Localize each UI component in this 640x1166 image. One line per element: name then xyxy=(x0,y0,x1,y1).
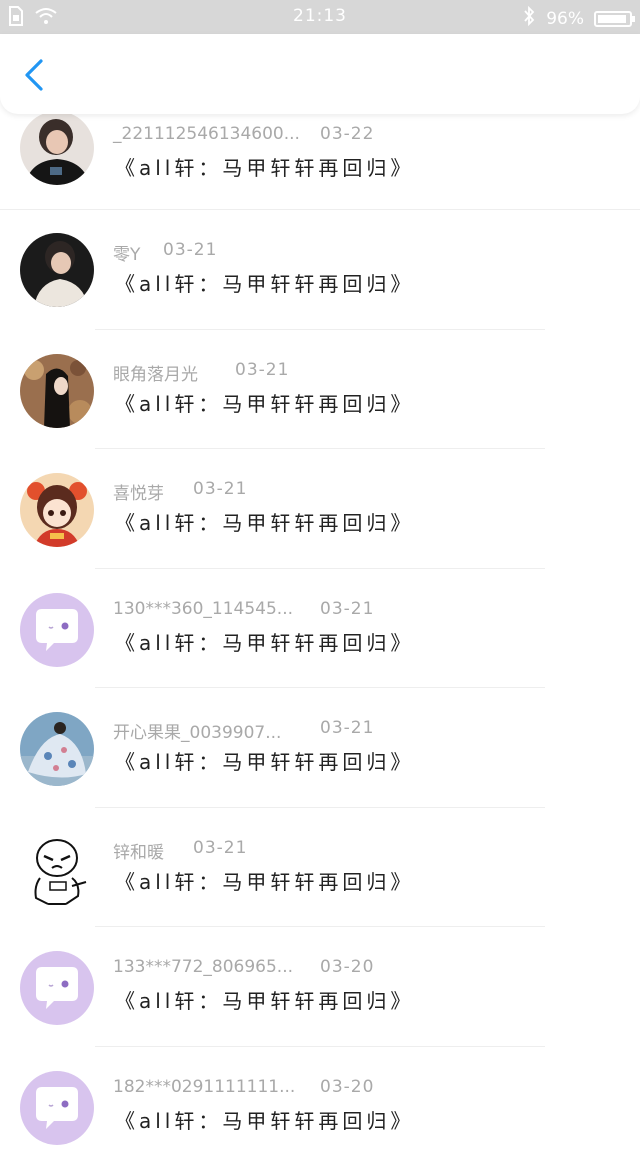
user-name: 133***772_806965... xyxy=(113,957,293,977)
user-name: 零Y xyxy=(113,240,140,265)
user-name: 锌和暖 xyxy=(113,838,164,863)
back-button[interactable] xyxy=(18,58,52,92)
comment-list: _221112546134600... 03-22 《all轩：马甲轩轩再回归》… xyxy=(0,114,640,1166)
comment-text: 《all轩：马甲轩轩再回归》 xyxy=(115,152,414,182)
comment-date: 03-21 xyxy=(193,479,247,499)
comment-text: 《all轩：马甲轩轩再回归》 xyxy=(115,507,414,537)
battery-percent: 96% xyxy=(546,9,584,29)
list-item[interactable]: 182***0291111111... 03-20 《all轩：马甲轩轩再回归》 xyxy=(0,1047,640,1166)
list-item[interactable]: 133***772_806965... 03-20 《all轩：马甲轩轩再回归》 xyxy=(0,927,640,1047)
chevron-left-icon xyxy=(18,58,52,92)
nav-header xyxy=(0,34,640,114)
comment-date: 03-22 xyxy=(320,124,374,144)
default-chat-icon xyxy=(20,593,94,667)
list-item[interactable]: 130***360_114545... 03-21 《all轩：马甲轩轩再回归》 xyxy=(0,569,640,689)
comment-date: 03-20 xyxy=(320,957,374,977)
avatar[interactable] xyxy=(20,951,94,1025)
user-name: _221112546134600... xyxy=(113,124,300,144)
battery-icon xyxy=(594,11,632,27)
avatar[interactable] xyxy=(20,233,94,307)
comment-text: 《all轩：马甲轩轩再回归》 xyxy=(115,1105,414,1135)
user-name: 开心果果_0039907... xyxy=(113,718,281,743)
user-name: 喜悦芽 xyxy=(113,479,164,504)
default-chat-icon xyxy=(20,1071,94,1145)
comment-text: 《all轩：马甲轩轩再回归》 xyxy=(115,746,414,776)
comment-text: 《all轩：马甲轩轩再回归》 xyxy=(115,866,414,896)
avatar[interactable] xyxy=(20,712,94,786)
comment-date: 03-21 xyxy=(320,718,374,738)
list-item[interactable]: 开心果果_0039907... 03-21 《all轩：马甲轩轩再回归》 xyxy=(0,688,640,808)
user-name: 182***0291111111... xyxy=(113,1077,295,1097)
avatar[interactable] xyxy=(20,473,94,547)
list-item[interactable]: 零Y 03-21 《all轩：马甲轩轩再回归》 xyxy=(0,210,640,330)
comment-date: 03-21 xyxy=(235,360,289,380)
user-name: 眼角落月光 xyxy=(113,360,198,385)
list-item[interactable]: 锌和暖 03-21 《all轩：马甲轩轩再回归》 xyxy=(0,808,640,928)
list-item[interactable]: 喜悦芽 03-21 《all轩：马甲轩轩再回归》 xyxy=(0,449,640,569)
comment-text: 《all轩：马甲轩轩再回归》 xyxy=(115,627,414,657)
avatar[interactable] xyxy=(20,593,94,667)
avatar[interactable] xyxy=(20,1071,94,1145)
status-bar: 21:13 96% xyxy=(0,0,640,34)
avatar[interactable] xyxy=(20,111,94,185)
list-item[interactable]: 眼角落月光 03-21 《all轩：马甲轩轩再回归》 xyxy=(0,330,640,450)
comment-text: 《all轩：马甲轩轩再回归》 xyxy=(115,268,414,298)
comment-date: 03-20 xyxy=(320,1077,374,1097)
user-name: 130***360_114545... xyxy=(113,599,293,619)
comment-date: 03-21 xyxy=(163,240,217,260)
comment-text: 《all轩：马甲轩轩再回归》 xyxy=(115,985,414,1015)
comment-text: 《all轩：马甲轩轩再回归》 xyxy=(115,388,414,418)
bluetooth-icon xyxy=(522,6,536,31)
avatar[interactable] xyxy=(20,832,94,906)
avatar[interactable] xyxy=(20,354,94,428)
default-chat-icon xyxy=(20,951,94,1025)
list-item[interactable]: _221112546134600... 03-22 《all轩：马甲轩轩再回归》 xyxy=(0,114,640,210)
comment-date: 03-21 xyxy=(320,599,374,619)
comment-date: 03-21 xyxy=(193,838,247,858)
